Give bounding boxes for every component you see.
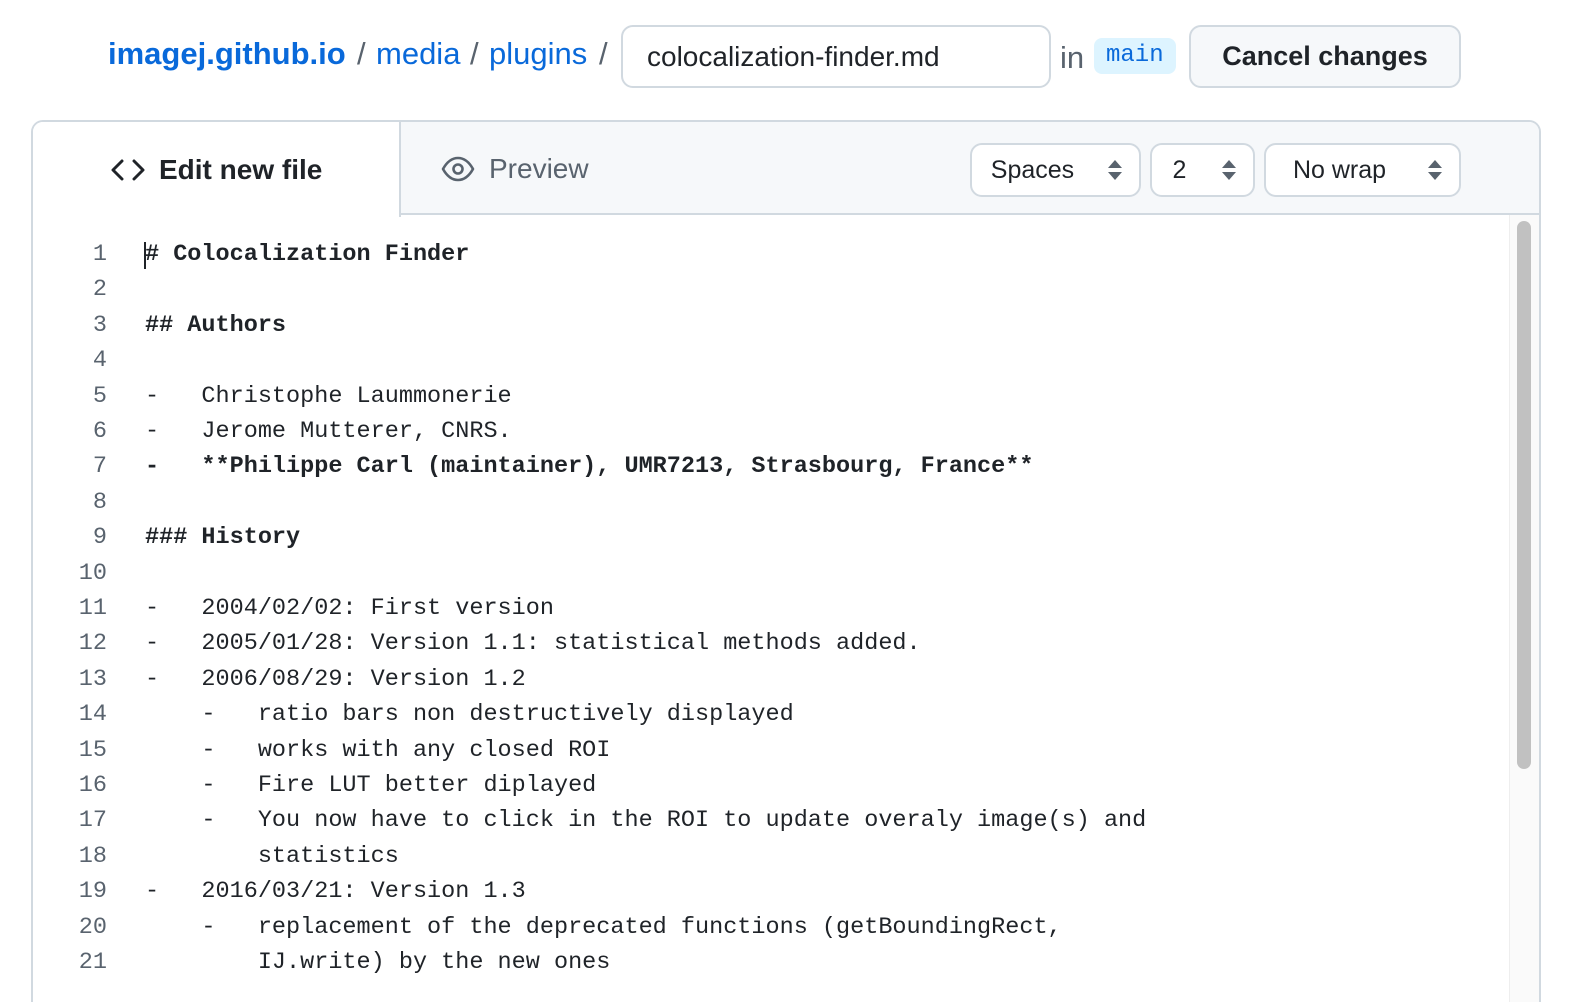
select-caret-icon [1427, 158, 1443, 189]
tab-edit-file-label: Edit new file [159, 153, 323, 185]
code-line-text: ### History [145, 524, 301, 552]
line-number: 12 [78, 630, 107, 658]
code-line[interactable]: 6 - Jerome Mutterer, CNRS. [33, 414, 1539, 449]
code-line-text: # Colocalization Finder [145, 241, 470, 268]
line-number: 3 [92, 311, 107, 339]
code-line-text: - replacement of the deprecated function… [145, 913, 1062, 941]
code-line[interactable]: 20 - replacement of the deprecated funct… [33, 910, 1539, 945]
line-number: 21 [78, 949, 107, 976]
code-icon [111, 158, 145, 182]
code-line-text: - Fire LUT better diplayed [145, 772, 597, 799]
code-line-text: IJ.write) by the new ones [145, 949, 611, 976]
file-path-header: imagej.github.io / media / plugins / in … [0, 0, 1594, 118]
code-line[interactable]: 1 # Colocalization Finder [33, 237, 1539, 272]
code-line[interactable]: 21 IJ.write) by the new ones [33, 945, 1539, 980]
line-number: 5 [92, 382, 107, 410]
line-number: 14 [78, 701, 107, 729]
code-line[interactable]: 2 [33, 272, 1539, 307]
code-line[interactable]: 17 - You now have to click in the ROI to… [33, 803, 1539, 838]
text-cursor [144, 242, 146, 269]
code-line-text: - Christophe Laummonerie [145, 382, 512, 410]
filename-input[interactable] [621, 25, 1051, 88]
line-number: 7 [92, 453, 107, 481]
line-number: 16 [78, 772, 107, 799]
line-number: 17 [78, 807, 107, 835]
line-number: 18 [78, 842, 107, 870]
code-line[interactable]: 13 - 2006/08/29: Version 1.2 [33, 662, 1539, 697]
breadcrumb-separator: / [599, 36, 608, 71]
code-line[interactable]: 7 - **Philippe Carl (maintainer), UMR7213… [33, 449, 1539, 484]
breadcrumb-folder-plugins[interactable]: plugins [489, 34, 587, 74]
file-editor: Edit new file Preview Spaces 2 No wrap 1… [31, 120, 1541, 1002]
code-line[interactable]: 10 [33, 556, 1539, 591]
indent-size-select[interactable]: 2 [1150, 143, 1255, 197]
line-number: 13 [78, 665, 107, 693]
code-line[interactable]: 14 - ratio bars non destructively displa… [33, 697, 1539, 732]
editor-tabbar: Edit new file Preview Spaces 2 No wrap [33, 122, 1539, 217]
wrap-mode-select[interactable]: No wrap [1264, 143, 1461, 197]
code-line[interactable]: 9 ### History [33, 520, 1539, 555]
line-number: 15 [78, 736, 107, 764]
branch-in-label: in [1060, 40, 1085, 75]
code-line-text: - ratio bars non destructively displayed [145, 701, 794, 729]
line-number: 1 [92, 241, 107, 268]
code-line[interactable]: 3 ## Authors [33, 308, 1539, 343]
select-caret-icon [1107, 158, 1123, 189]
line-number: 10 [78, 559, 107, 587]
code-line[interactable]: 16 - Fire LUT better diplayed [33, 768, 1539, 803]
wrap-mode-value: No wrap [1292, 155, 1387, 184]
vertical-scrollbar[interactable] [1509, 215, 1539, 1002]
code-line-text: - **Philippe Carl (maintainer), UMR7213,… [145, 453, 1034, 481]
line-number: 11 [78, 595, 107, 622]
breadcrumb-separator: / [357, 36, 366, 71]
code-line-text: ## Authors [145, 311, 287, 339]
code-line[interactable]: 11 - 2004/02/02: First version [33, 591, 1539, 626]
indent-mode-select[interactable]: Spaces [970, 143, 1141, 197]
code-line[interactable]: 19 - 2016/03/21: Version 1.3 [33, 874, 1539, 909]
indent-mode-value: Spaces [990, 155, 1075, 184]
tab-preview-label: Preview [489, 152, 589, 184]
code-line-text: - You now have to click in the ROI to up… [145, 807, 1147, 835]
code-line[interactable]: 8 [33, 485, 1539, 520]
indent-size-value: 2 [1172, 155, 1187, 184]
line-number: 2 [92, 276, 107, 304]
code-line-text: - 2004/02/02: First version [145, 595, 554, 622]
code-editor[interactable]: 1 # Colocalization Finder 2 3 ## Authors 4 5 - … [33, 215, 1539, 1002]
line-number: 20 [78, 913, 107, 941]
code-line-text: - 2006/08/29: Version 1.2 [145, 665, 526, 693]
breadcrumb-folder-media[interactable]: media [376, 34, 460, 74]
branch-badge: main [1094, 38, 1176, 74]
tab-preview[interactable]: Preview [441, 122, 589, 215]
tab-edit-file[interactable]: Edit new file [33, 122, 401, 217]
code-line[interactable]: 15 - works with any closed ROI [33, 733, 1539, 768]
scrollbar-thumb[interactable] [1517, 221, 1531, 769]
code-line[interactable]: 12 - 2005/01/28: Version 1.1: statistical… [33, 626, 1539, 661]
select-caret-icon [1221, 158, 1237, 189]
code-line-text: - Jerome Mutterer, CNRS. [145, 418, 512, 445]
line-number: 4 [92, 347, 107, 375]
line-number: 6 [92, 418, 107, 445]
code-line-text: - 2016/03/21: Version 1.3 [145, 878, 526, 906]
code-line[interactable]: 18 statistics [33, 839, 1539, 874]
code-line-text: - 2005/01/28: Version 1.1: statistical m… [145, 630, 921, 658]
code-line[interactable]: 5 - Christophe Laummonerie [33, 379, 1539, 414]
line-number: 9 [92, 524, 107, 552]
code-line[interactable]: 4 [33, 343, 1539, 378]
line-number: 8 [92, 488, 107, 516]
breadcrumb-separator: / [470, 36, 479, 71]
cancel-changes-button[interactable]: Cancel changes [1189, 25, 1461, 88]
eye-icon [441, 156, 475, 182]
code-line-text: statistics [145, 842, 399, 870]
line-number: 19 [78, 878, 107, 906]
breadcrumb-repo-link[interactable]: imagej.github.io [108, 34, 346, 74]
code-line-text: - works with any closed ROI [145, 736, 611, 764]
